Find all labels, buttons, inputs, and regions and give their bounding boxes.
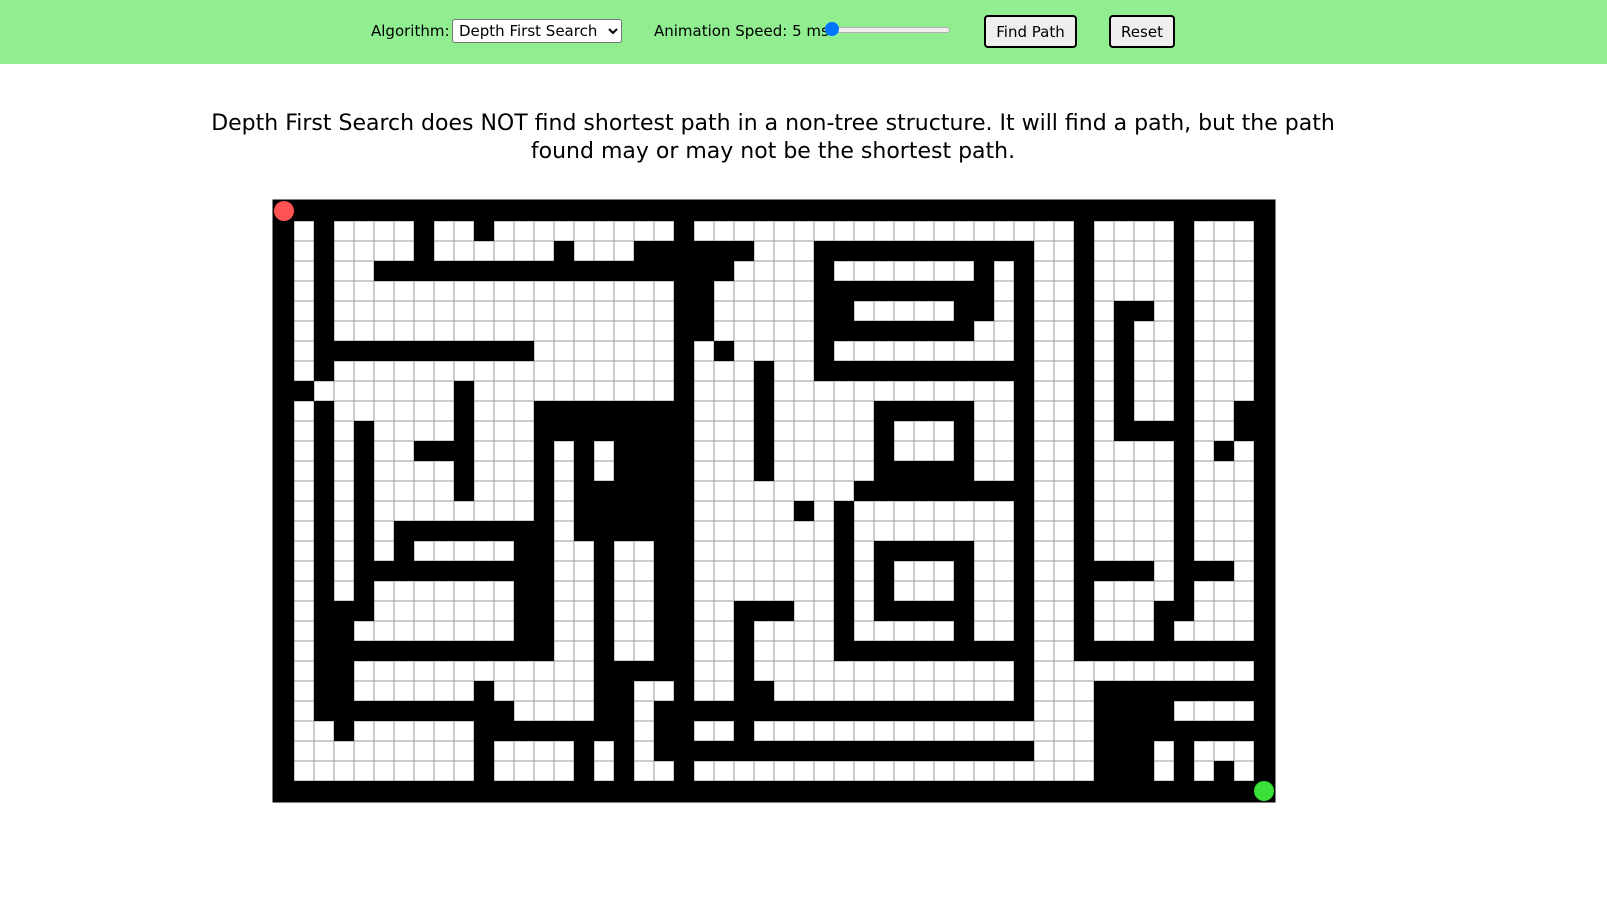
wall-cell[interactable] (594, 701, 634, 721)
wall-cell[interactable] (354, 641, 554, 661)
wall-cell[interactable] (474, 681, 494, 781)
wall-cell[interactable] (514, 521, 534, 661)
wall-cell[interactable] (974, 241, 994, 321)
wall-cell[interactable] (754, 361, 774, 481)
wall-cell[interactable] (734, 681, 774, 701)
wall-cell[interactable] (594, 481, 614, 501)
wall-cell[interactable] (414, 441, 474, 461)
wall-cell[interactable] (1194, 561, 1234, 581)
algorithm-label: Algorithm: (371, 22, 450, 40)
wall-cell[interactable] (1094, 561, 1154, 581)
wall-cell[interactable] (494, 721, 554, 741)
wall-cell[interactable] (814, 261, 834, 361)
wall-cell[interactable] (1094, 681, 1114, 781)
wall-cell[interactable] (1154, 601, 1174, 641)
wall-cell[interactable] (574, 741, 594, 781)
start-node[interactable] (274, 201, 294, 221)
wall-cell[interactable] (494, 701, 514, 721)
wall-cell[interactable] (554, 241, 574, 281)
toolbar: Algorithm: Depth First Search Animation … (0, 0, 1607, 64)
wall-cell[interactable] (1134, 681, 1154, 781)
wall-cell[interactable] (554, 401, 654, 421)
wall-cell[interactable] (954, 281, 974, 341)
wall-cell[interactable] (354, 561, 534, 581)
wall-cell[interactable] (634, 241, 754, 261)
wall-cell[interactable] (1174, 221, 1194, 621)
wall-cell[interactable] (274, 781, 1274, 801)
wall-cell[interactable] (734, 621, 754, 641)
wall-cell[interactable] (1074, 201, 1114, 221)
wall-cell[interactable] (314, 341, 334, 361)
wall-cell[interactable] (794, 501, 814, 521)
wall-cell[interactable] (534, 401, 554, 561)
wall-cell[interactable] (674, 641, 694, 681)
wall-cell[interactable] (574, 521, 654, 541)
wall-cell[interactable] (734, 721, 754, 741)
wall-cell[interactable] (334, 601, 374, 621)
reset-button[interactable]: Reset (1109, 15, 1175, 48)
wall-cell[interactable] (634, 661, 654, 681)
wall-cell[interactable] (1014, 401, 1034, 721)
wall-cell[interactable] (1154, 681, 1174, 741)
wall-cell[interactable] (334, 621, 354, 741)
wall-cell[interactable] (674, 281, 714, 301)
maze-grid[interactable] (272, 199, 1276, 803)
wall-cell[interactable] (654, 401, 674, 661)
wall-cell[interactable] (954, 541, 974, 641)
wall-cell[interactable] (854, 481, 1034, 501)
find-path-button[interactable]: Find Path (984, 15, 1077, 48)
wall-cell[interactable] (374, 261, 554, 281)
wall-cell[interactable] (1114, 301, 1154, 321)
animation-speed-label: Animation Speed: 5 ms (654, 22, 829, 40)
wall-cell[interactable] (614, 681, 634, 701)
wall-cell[interactable] (1114, 681, 1134, 781)
wall-cell[interactable] (574, 501, 654, 521)
wall-cell[interactable] (1114, 421, 1174, 441)
wall-cell[interactable] (554, 721, 614, 741)
wall-cell[interactable] (614, 721, 634, 781)
slider-track[interactable] (828, 27, 950, 33)
wall-cell[interactable] (554, 421, 574, 441)
wall-cell[interactable] (1254, 201, 1274, 801)
wall-cell[interactable] (834, 641, 1014, 661)
wall-cell[interactable] (314, 701, 474, 721)
algorithm-select[interactable]: Depth First Search (452, 19, 622, 43)
wall-cell[interactable] (754, 601, 794, 621)
wall-cell[interactable] (314, 401, 334, 701)
wall-cell[interactable] (274, 201, 294, 801)
wall-cell[interactable] (274, 201, 1274, 221)
wall-cell[interactable] (654, 741, 1034, 761)
wall-cell[interactable] (1114, 301, 1134, 441)
wall-cell[interactable] (874, 601, 954, 621)
wall-cell[interactable] (1214, 761, 1234, 801)
wall-cell[interactable] (834, 321, 974, 341)
wall-cell[interactable] (654, 701, 1034, 721)
wall-cell[interactable] (1234, 401, 1254, 441)
wall-cell[interactable] (394, 521, 414, 561)
animation-speed-slider[interactable] (824, 22, 950, 36)
wall-cell[interactable] (814, 361, 1034, 381)
wall-cell[interactable] (1214, 441, 1234, 461)
wall-cell[interactable] (1174, 721, 1194, 781)
wall-cell[interactable] (1074, 201, 1094, 661)
wall-cell[interactable] (294, 381, 314, 401)
wall-cell[interactable] (574, 421, 654, 441)
wall-cell[interactable] (834, 501, 854, 661)
wall-cell[interactable] (714, 341, 734, 361)
wall-cell[interactable] (874, 401, 974, 421)
wall-cell[interactable] (954, 421, 974, 481)
wall-cell[interactable] (1094, 641, 1254, 661)
wall-cell[interactable] (354, 421, 374, 621)
algorithm-description: Depth First Search does NOT find shortes… (211, 111, 1335, 164)
wall-cell[interactable] (834, 281, 974, 301)
wall-cell[interactable] (474, 201, 494, 241)
slider-thumb[interactable] (825, 22, 839, 36)
wall-cell[interactable] (334, 341, 534, 361)
end-node[interactable] (1254, 781, 1274, 801)
wall-cell[interactable] (674, 201, 694, 241)
